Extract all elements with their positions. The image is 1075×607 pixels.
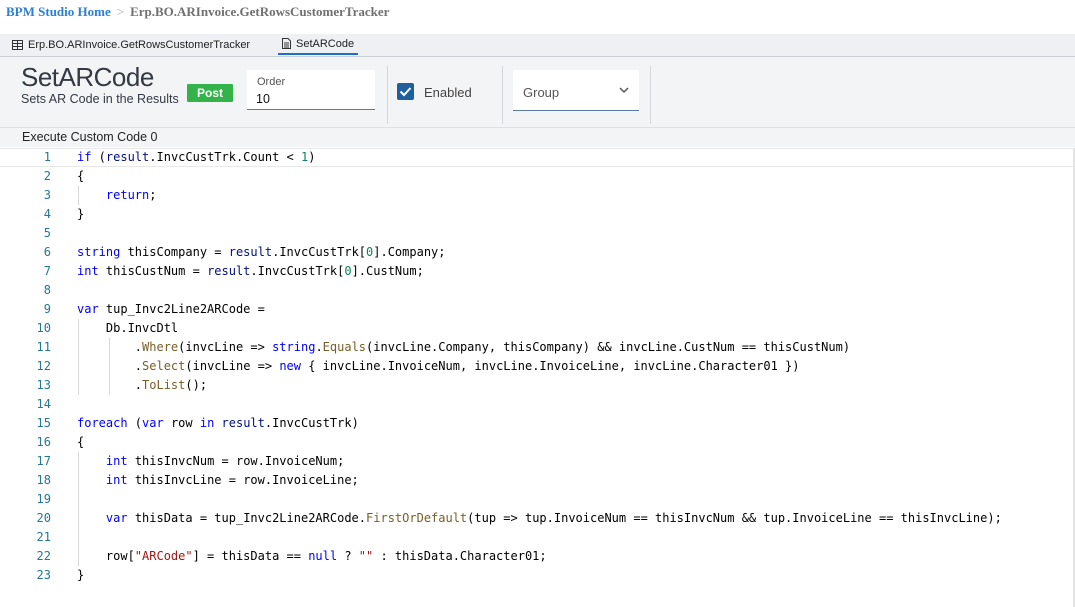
line-number: 10 bbox=[36, 321, 51, 335]
line-number: 6 bbox=[43, 245, 51, 259]
code-text: { bbox=[77, 435, 85, 449]
line-number: 9 bbox=[43, 302, 51, 316]
code-line[interactable]: 10 Db.InvcDtl bbox=[0, 319, 1075, 338]
code-text: if (result.InvcCustTrk.Count < 1) bbox=[77, 150, 316, 164]
line-number: 7 bbox=[43, 264, 51, 278]
line-number: 11 bbox=[36, 340, 51, 354]
page-subtitle: Sets AR Code in the Results bbox=[21, 92, 179, 106]
tab-strip: Erp.BO.ARInvoice.GetRowsCustomerTracker … bbox=[0, 34, 1075, 57]
code-line[interactable]: 8 bbox=[0, 281, 1075, 300]
indent-guide bbox=[78, 319, 79, 395]
page-title: SetARCode bbox=[21, 62, 154, 92]
indent-guide bbox=[78, 452, 79, 566]
section-header: Execute Custom Code 0 bbox=[0, 128, 1075, 147]
code-text: string thisCompany = result.InvcCustTrk[… bbox=[77, 245, 446, 259]
tab-label: SetARCode bbox=[296, 37, 355, 50]
line-number: 20 bbox=[36, 511, 51, 525]
line-number: 18 bbox=[36, 473, 51, 487]
section-label: Execute Custom Code 0 bbox=[22, 130, 158, 144]
code-text: .Select(invcLine => new { invcLine.Invoi… bbox=[134, 359, 800, 373]
code-line[interactable]: 2{ bbox=[0, 167, 1075, 186]
line-number: 14 bbox=[36, 397, 51, 411]
line-number: 16 bbox=[36, 435, 51, 449]
breadcrumb: BPM Studio Home > Erp.BO.ARInvoice.GetRows… bbox=[6, 4, 389, 22]
code-line[interactable]: 9 var tup_Invc2Line2ARCode = bbox=[0, 300, 1075, 319]
code-text: var thisData = tup_Invc2Line2ARCode.Firs… bbox=[105, 511, 1002, 525]
code-line[interactable]: 12 .Select(invcLine => new { invcLine.In… bbox=[0, 357, 1075, 376]
indent-guide bbox=[109, 338, 110, 395]
code-text: } bbox=[77, 568, 85, 582]
code-line[interactable]: 13 .ToList(); bbox=[0, 376, 1075, 395]
checkmark-icon bbox=[399, 87, 412, 97]
line-number: 13 bbox=[36, 378, 51, 392]
order-input[interactable] bbox=[256, 91, 366, 106]
order-label: Order bbox=[257, 76, 286, 88]
line-number: 17 bbox=[36, 454, 51, 468]
tab-setarcode[interactable]: SetARCode bbox=[278, 34, 359, 55]
code-line[interactable]: 20 var thisData = tup_Invc2Line2ARCode.F… bbox=[0, 509, 1075, 528]
line-number: 8 bbox=[43, 283, 51, 297]
code-line[interactable]: 22 row["ARCode"] = thisData == null ? ""… bbox=[0, 547, 1075, 566]
line-number: 3 bbox=[43, 188, 51, 202]
enabled-checkbox[interactable] bbox=[397, 83, 414, 100]
divider bbox=[502, 66, 503, 124]
post-badge: Post bbox=[187, 84, 233, 102]
code-text: int thisInvcLine = row.InvoiceLine; bbox=[105, 473, 359, 487]
code-text: int thisInvcNum = row.InvoiceNum; bbox=[105, 454, 345, 468]
line-number: 12 bbox=[36, 359, 51, 373]
code-text: int thisCustNum = result.InvcCustTrk[0].… bbox=[77, 264, 424, 278]
code-line[interactable]: 3 return; bbox=[0, 186, 1075, 205]
code-line[interactable]: 7 int thisCustNum = result.InvcCustTrk[0]… bbox=[0, 262, 1075, 281]
code-text: Db.InvcDtl bbox=[77, 321, 179, 335]
line-number: 19 bbox=[36, 492, 51, 506]
code-text: var tup_Invc2Line2ARCode = bbox=[77, 302, 265, 316]
line-number: 23 bbox=[36, 568, 51, 582]
code-text: { bbox=[77, 169, 85, 183]
code-line[interactable]: 11 .Where(invcLine => string.Equals(invc… bbox=[0, 338, 1075, 357]
order-field: Order bbox=[247, 70, 375, 110]
tab-label: Erp.BO.ARInvoice.GetRowsCustomerTracker bbox=[28, 38, 251, 51]
line-number: 2 bbox=[43, 169, 51, 183]
code-line[interactable]: 14 bbox=[0, 395, 1075, 414]
code-line[interactable]: 21 bbox=[0, 528, 1075, 547]
directive-header: SetARCode Sets AR Code in the Results Po… bbox=[0, 57, 1075, 128]
line-number: 5 bbox=[43, 226, 51, 240]
code-editor[interactable]: 1 if (result.InvcCustTrk.Count < 1) 2{3 re… bbox=[0, 148, 1075, 607]
code-line[interactable]: 15 foreach (var row in result.InvcCustTrk… bbox=[0, 414, 1075, 433]
code-text: .Where(invcLine => string.Equals(invcLin… bbox=[134, 340, 851, 354]
code-text: foreach (var row in result.InvcCustTrk) bbox=[77, 416, 359, 430]
line-number: 22 bbox=[36, 549, 51, 563]
code-text: } bbox=[77, 207, 85, 221]
code-line[interactable]: 6 string thisCompany = result.InvcCustTrk… bbox=[0, 243, 1075, 262]
code-line[interactable]: 18 int thisInvcLine = row.InvoiceLine; bbox=[0, 471, 1075, 490]
code-text: row["ARCode"] = thisData == null ? "" : … bbox=[77, 549, 547, 563]
code-line[interactable]: 16 { bbox=[0, 433, 1075, 452]
code-text: return; bbox=[105, 188, 157, 202]
line-number: 15 bbox=[36, 416, 51, 430]
tab-getrows-customer-tracker[interactable]: Erp.BO.ARInvoice.GetRowsCustomerTracker bbox=[12, 34, 250, 55]
code-line[interactable]: 4} bbox=[0, 205, 1075, 224]
code-line[interactable]: 19 bbox=[0, 490, 1075, 509]
group-label: Group bbox=[523, 85, 560, 100]
indent-guide bbox=[78, 186, 79, 205]
code-line[interactable]: 1 if (result.InvcCustTrk.Count < 1) bbox=[0, 148, 1075, 167]
code-line[interactable]: 17 int thisInvcNum = row.InvoiceNum; bbox=[0, 452, 1075, 471]
code-line[interactable]: 5 bbox=[0, 224, 1075, 243]
table-icon bbox=[12, 39, 23, 50]
breadcrumb-home-link[interactable]: BPM Studio Home bbox=[6, 4, 111, 19]
divider bbox=[387, 66, 388, 124]
breadcrumb-separator: > bbox=[116, 4, 125, 19]
code-text: .ToList(); bbox=[134, 378, 208, 392]
document-icon bbox=[282, 38, 291, 49]
line-number: 1 bbox=[43, 150, 51, 164]
divider bbox=[650, 66, 651, 124]
code-line[interactable]: 23} bbox=[0, 566, 1075, 585]
chevron-down-icon bbox=[619, 87, 629, 94]
breadcrumb-current: Erp.BO.ARInvoice.GetRowsCustomerTracker bbox=[130, 4, 390, 19]
group-dropdown[interactable]: Group bbox=[513, 70, 639, 111]
enabled-label: Enabled bbox=[424, 85, 472, 100]
line-number: 21 bbox=[36, 530, 51, 544]
line-number: 4 bbox=[43, 207, 51, 221]
